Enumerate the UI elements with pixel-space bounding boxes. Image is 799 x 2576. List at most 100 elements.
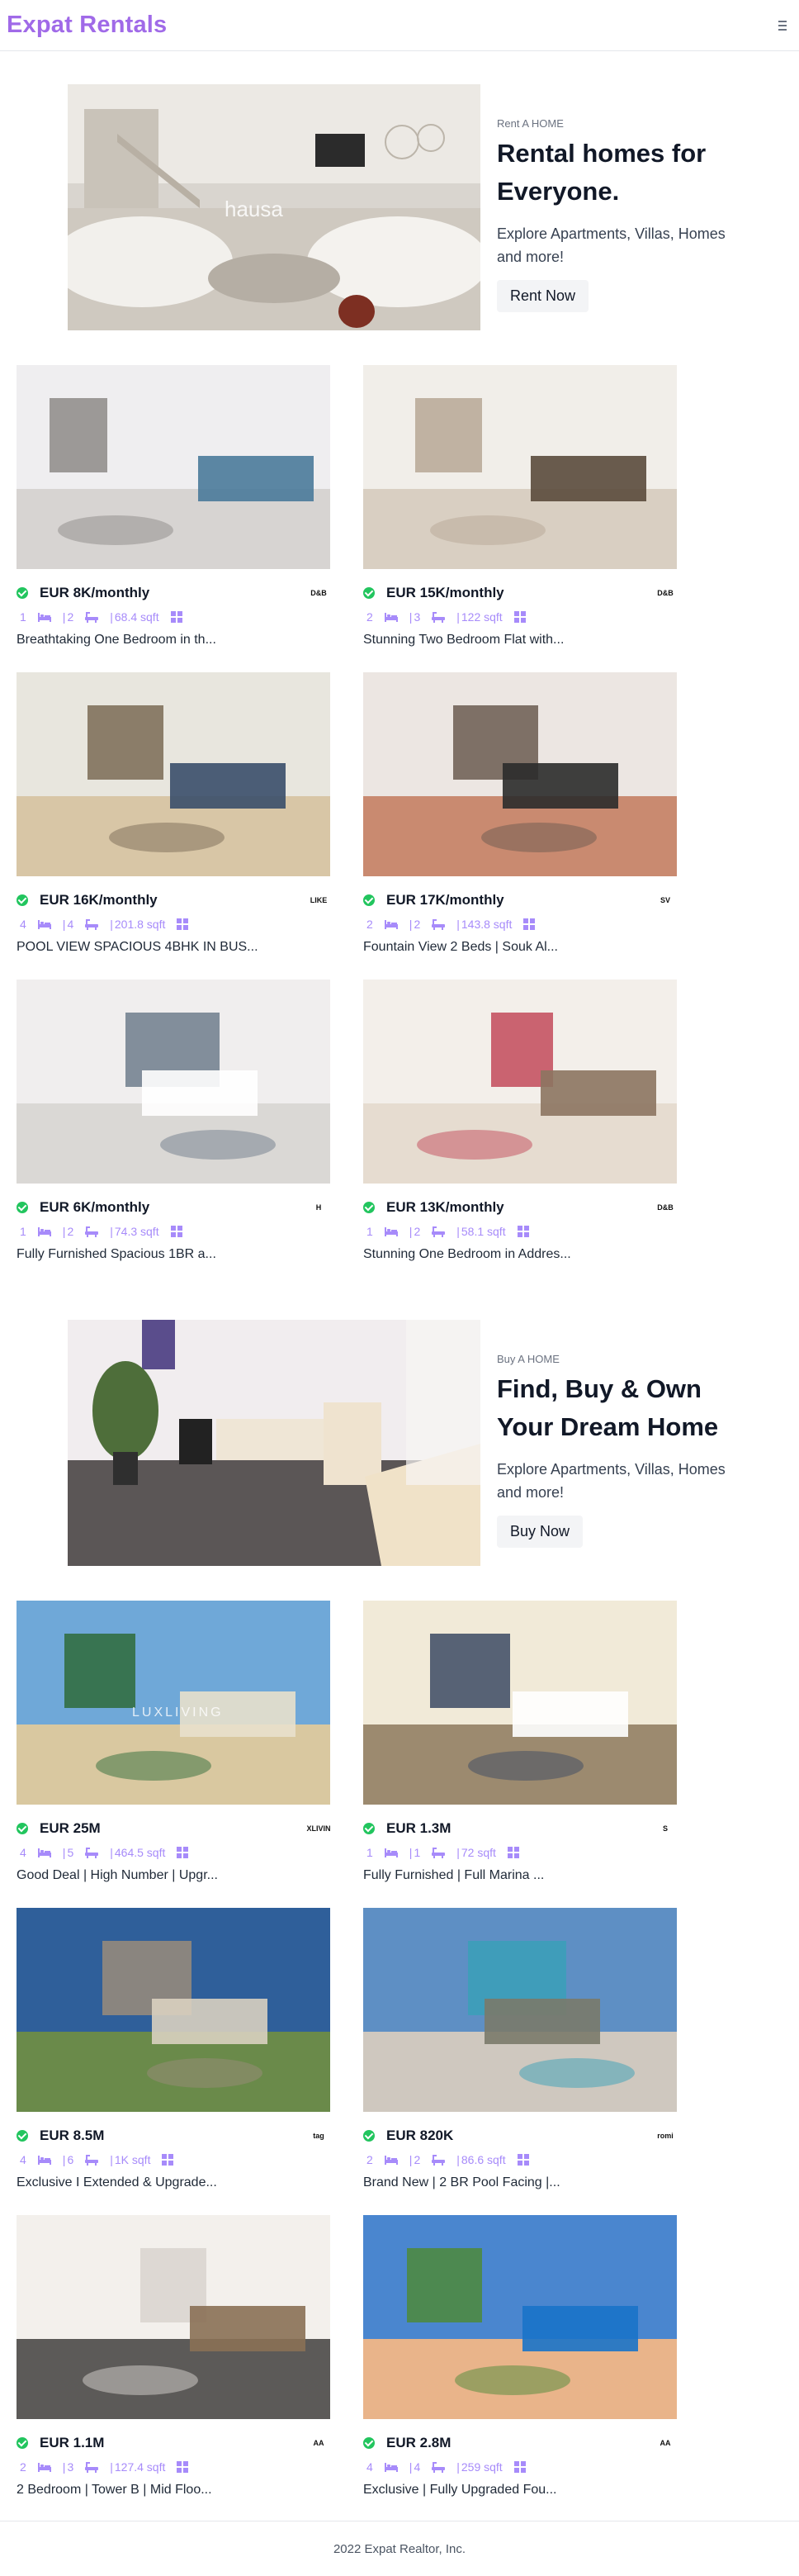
agency-logo: SV xyxy=(660,896,670,904)
svg-text:LUXLIVING: LUXLIVING xyxy=(132,1705,224,1720)
listing-meta: 1 | 2 | 68.4 sqft xyxy=(20,610,194,624)
listing-area: 464.5 sqft xyxy=(114,1846,166,1859)
area-grid-icon xyxy=(517,2154,529,2166)
brand-logo[interactable]: Expat Rentals xyxy=(7,12,167,39)
listing-photo[interactable] xyxy=(363,2215,677,2419)
listing-title[interactable]: Brand New | 2 BR Pool Facing |... xyxy=(363,2175,560,2190)
rent-now-button[interactable]: Rent Now xyxy=(497,280,589,312)
bed-icon xyxy=(37,612,51,622)
verified-check-icon xyxy=(17,2130,28,2142)
listing-photo[interactable] xyxy=(17,1908,330,2112)
listing-card[interactable]: EUR 6K/monthly H 1 | 2 | 74.3 sqft Fully F… xyxy=(17,980,330,1270)
listing-card[interactable]: EUR 2.8M AA 4 | 4 | 259 sqft Exclusive | F… xyxy=(363,2215,677,2506)
bathroom-count: 4 xyxy=(414,2460,421,2474)
listing-title[interactable]: Breathtaking One Bedroom in th... xyxy=(17,633,216,648)
listing-title[interactable]: Fully Furnished Spacious 1BR a... xyxy=(17,1247,216,1262)
listing-card[interactable]: EUR 16K/monthly LIKE 4 | 4 | 201.8 sqft PO… xyxy=(17,672,330,963)
bath-icon xyxy=(432,1226,446,1237)
bed-icon xyxy=(37,919,51,929)
listing-price: EUR 820K xyxy=(386,2128,454,2143)
listing-price-row: EUR 13K/monthly D&B xyxy=(363,1199,677,1216)
listing-card[interactable]: EUR 820K romi 2 | 2 | 86.6 sqft Brand New … xyxy=(363,1908,677,2199)
bedroom-count: 4 xyxy=(366,2460,373,2474)
listing-photo[interactable]: LUXLIVING xyxy=(17,1601,330,1805)
listing-title[interactable]: 2 Bedroom | Tower B | Mid Floo... xyxy=(17,2483,212,2498)
listing-meta: 4 | 6 | 1K sqft xyxy=(20,2152,185,2167)
listing-title[interactable]: Good Deal | High Number | Upgr... xyxy=(17,1868,218,1883)
bedroom-count: 2 xyxy=(366,610,373,624)
bed-icon xyxy=(384,2462,398,2472)
bed-icon xyxy=(384,1848,398,1857)
area-grid-icon xyxy=(513,2461,526,2473)
agency-logo: LIKE xyxy=(310,896,328,904)
listing-meta: 1 | 2 | 74.3 sqft xyxy=(20,1224,194,1239)
listing-photo[interactable] xyxy=(363,1908,677,2112)
listing-card[interactable]: EUR 1.1M AA 2 | 3 | 127.4 sqft 2 Bedroom |… xyxy=(17,2215,330,2506)
bath-icon xyxy=(85,611,99,623)
listing-card[interactable]: EUR 13K/monthly D&B 1 | 2 | 58.1 sqft Stun… xyxy=(363,980,677,1270)
listing-photo[interactable] xyxy=(363,365,677,569)
bathroom-count: 3 xyxy=(414,610,421,624)
listing-price: EUR 16K/monthly xyxy=(40,892,158,908)
bedroom-count: 2 xyxy=(366,918,373,931)
listing-title[interactable]: Fully Furnished | Full Marina ... xyxy=(363,1868,544,1883)
listing-photo[interactable] xyxy=(363,980,677,1184)
listing-area: 259 sqft xyxy=(461,2460,503,2474)
listing-card[interactable]: EUR 8.5M tag 4 | 6 | 1K sqft Exclusive I E… xyxy=(17,1908,330,2199)
listing-title[interactable]: Stunning One Bedroom in Addres... xyxy=(363,1247,571,1262)
buy-now-button[interactable]: Buy Now xyxy=(497,1516,584,1548)
bathroom-count: 2 xyxy=(414,2153,421,2166)
listing-meta: 4 | 4 | 201.8 sqft xyxy=(20,917,200,932)
bedroom-count: 1 xyxy=(366,1846,373,1859)
bath-icon xyxy=(85,1226,99,1237)
listing-title[interactable]: POOL VIEW SPACIOUS 4BHK IN BUS... xyxy=(17,940,258,955)
listing-meta: 2 | 3 | 122 sqft xyxy=(366,610,537,624)
svg-text:hausa: hausa xyxy=(225,197,283,221)
bedroom-count: 1 xyxy=(20,1225,26,1238)
rent-hero-image: hausa xyxy=(68,84,480,330)
listing-area: 122 sqft xyxy=(461,610,503,624)
listing-area: 143.8 sqft xyxy=(461,918,513,931)
verified-check-icon xyxy=(363,587,375,599)
bath-icon xyxy=(85,2461,99,2473)
listing-photo[interactable] xyxy=(363,1601,677,1805)
listing-photo[interactable] xyxy=(17,365,330,569)
listing-card[interactable]: EUR 15K/monthly D&B 2 | 3 | 122 sqft Stunn… xyxy=(363,365,677,656)
rent-hero-eyebrow: Rent A HOME xyxy=(497,117,564,130)
agency-logo: S xyxy=(662,1824,668,1833)
verified-check-icon xyxy=(363,1823,375,1834)
listing-area: 201.8 sqft xyxy=(114,918,166,931)
buy-hero-title: Find, Buy & Own Your Dream Home xyxy=(497,1374,719,1441)
listing-price-row: EUR 15K/monthly D&B xyxy=(363,585,677,601)
bathroom-count: 2 xyxy=(414,1225,421,1238)
area-grid-icon xyxy=(177,1847,189,1858)
bed-icon xyxy=(37,1226,51,1236)
listing-photo[interactable] xyxy=(17,2215,330,2419)
listing-photo[interactable] xyxy=(17,672,330,876)
listing-area: 74.3 sqft xyxy=(114,1225,159,1238)
listing-card[interactable]: EUR 8K/monthly D&B 1 | 2 | 68.4 sqft Breat… xyxy=(17,365,330,656)
listing-title[interactable]: Exclusive I Extended & Upgrade... xyxy=(17,2175,217,2190)
bath-icon xyxy=(85,918,99,930)
listing-price: EUR 6K/monthly xyxy=(40,1199,150,1215)
bath-icon xyxy=(432,1847,446,1858)
listing-photo[interactable] xyxy=(17,980,330,1184)
listing-price: EUR 8K/monthly xyxy=(40,585,150,600)
bed-icon xyxy=(384,1226,398,1236)
agency-logo: D&B xyxy=(657,589,674,597)
rent-hero-description: Explore Apartments, Villas, Homes and mo… xyxy=(497,225,726,265)
listing-card[interactable]: LUXLIVING EUR 25M XLIVIN 4 | 5 | 464.5 sqf… xyxy=(17,1601,331,1891)
listing-card[interactable]: EUR 17K/monthly SV 2 | 2 | 143.8 sqft Foun… xyxy=(363,672,677,963)
area-grid-icon xyxy=(170,611,182,623)
listing-card[interactable]: EUR 1.3M S 1 | 1 | 72 sqft Fully Furnished… xyxy=(363,1601,677,1891)
bed-icon xyxy=(384,612,398,622)
hamburger-menu-icon[interactable] xyxy=(773,16,792,36)
listing-title[interactable]: Fountain View 2 Beds | Souk Al... xyxy=(363,940,558,955)
listing-title[interactable]: Exclusive | Fully Upgraded Fou... xyxy=(363,2483,556,2498)
listing-photo[interactable] xyxy=(363,672,677,876)
listing-meta: 1 | 2 | 58.1 sqft xyxy=(366,1224,541,1239)
verified-check-icon xyxy=(363,1202,375,1213)
listing-title[interactable]: Stunning Two Bedroom Flat with... xyxy=(363,633,564,648)
listing-price-row: EUR 8.5M tag xyxy=(17,2128,330,2144)
listing-price: EUR 15K/monthly xyxy=(386,585,504,600)
